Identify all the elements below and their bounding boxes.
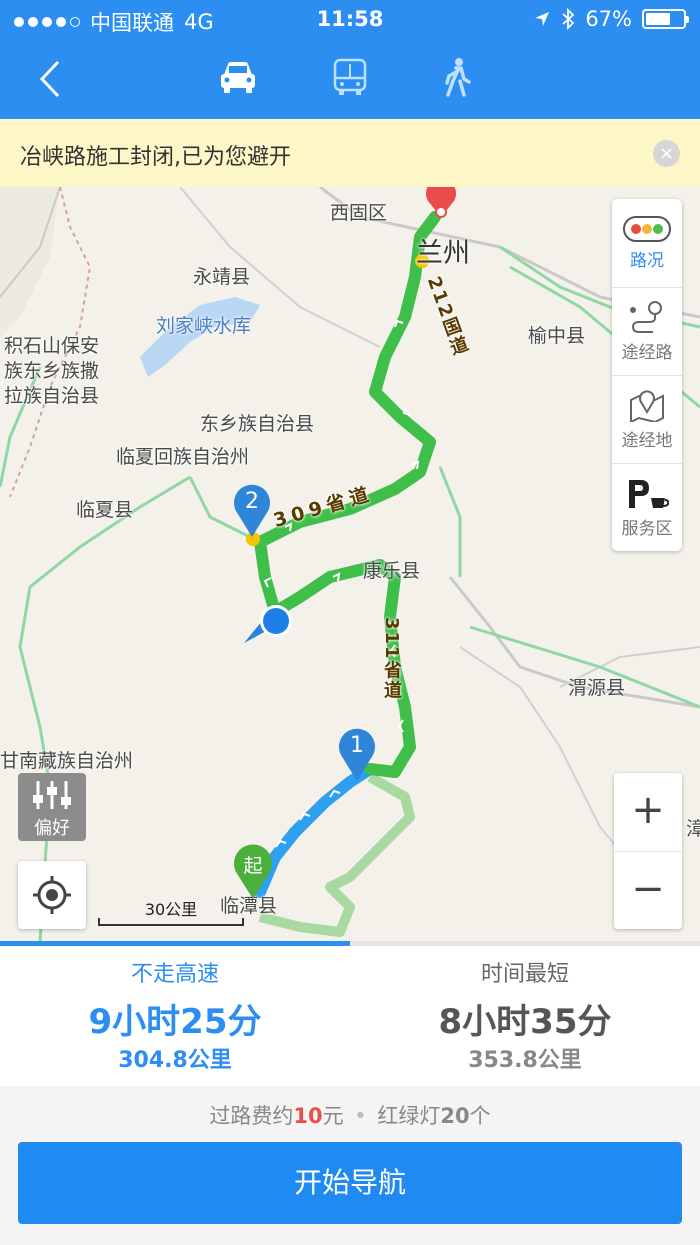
via-road-button[interactable]: 途经路 bbox=[612, 287, 682, 375]
map-side-panel: 路况 途经路 途经地 服务区 bbox=[612, 199, 682, 551]
place-weiyuan: 渭源县 bbox=[568, 677, 626, 699]
lights-unit: 个 bbox=[469, 1104, 491, 1128]
preference-label: 偏好 bbox=[34, 818, 70, 839]
route-2-distance: 353.8公里 bbox=[468, 1048, 582, 1073]
map-pin-icon bbox=[630, 390, 664, 422]
battery-percent: 67% bbox=[585, 7, 632, 31]
place-zhang: 漳 bbox=[686, 818, 700, 840]
start-marker[interactable]: 起 bbox=[230, 843, 276, 901]
place-jishishan-3: 拉族自治县 bbox=[4, 385, 100, 407]
zoom-control: + − bbox=[614, 773, 682, 929]
road-label-311: 311省道 bbox=[381, 617, 402, 701]
route-options: 不走高速 9小时25分 304.8公里 时间最短 8小时35分 353.8公里 bbox=[0, 946, 700, 1086]
route-2-name: 时间最短 bbox=[480, 962, 569, 987]
place-liujiaxia: 刘家峡水库 bbox=[156, 315, 252, 337]
car-icon bbox=[221, 62, 255, 93]
route-info-bar: 过路费约10元 • 红绿灯20个 bbox=[0, 1086, 700, 1146]
waypoint-1-marker[interactable]: 1 bbox=[335, 727, 379, 783]
service-area-icon bbox=[629, 480, 669, 508]
bus-icon bbox=[333, 58, 367, 95]
waypoint-2-number: 2 bbox=[245, 489, 259, 514]
lights-value: 20 bbox=[440, 1104, 470, 1128]
battery-icon bbox=[642, 9, 689, 29]
route-2-duration: 8小时35分 bbox=[438, 1002, 612, 1042]
walk-mode-tab[interactable] bbox=[432, 52, 482, 102]
place-jishishan-2: 族东乡族撒 bbox=[4, 360, 100, 382]
road-closure-alert: 冶峡路施工封闭,已为您避开 × bbox=[0, 119, 700, 187]
car-mode-tab[interactable] bbox=[213, 52, 263, 102]
place-lanzhou: 兰州 bbox=[416, 238, 470, 269]
route-1-name: 不走高速 bbox=[130, 962, 219, 987]
start-navigation-button[interactable]: 开始导航 bbox=[18, 1142, 682, 1224]
toll-prefix: 过路费约 bbox=[209, 1104, 294, 1128]
place-xiguqu: 西固区 bbox=[330, 202, 388, 224]
route-map[interactable]: 西固区 兰州 永靖县 刘家峡水库 榆中县 积石山保安 族东乡族撒 拉族自治县 东… bbox=[0, 187, 700, 941]
status-bar: 中国联通 4G 11:58 67% bbox=[0, 0, 700, 40]
zoom-in-button[interactable]: + bbox=[614, 773, 682, 851]
place-linxia: 临夏县 bbox=[76, 499, 134, 521]
close-alert-button[interactable]: × bbox=[653, 140, 680, 167]
scale-bar bbox=[98, 918, 244, 926]
toll-value: 10 bbox=[293, 1104, 323, 1128]
traffic-label: 路况 bbox=[630, 250, 664, 271]
service-area-label: 服务区 bbox=[621, 519, 673, 539]
location-arrow-icon bbox=[535, 12, 550, 26]
place-gannan: 甘南藏族自治州 bbox=[0, 750, 134, 772]
toll-unit: 元 bbox=[322, 1104, 344, 1128]
destination-marker-icon bbox=[426, 187, 456, 218]
service-area-button[interactable]: 服务区 bbox=[612, 463, 682, 551]
place-yongjing: 永靖县 bbox=[193, 266, 251, 288]
start-marker-label: 起 bbox=[243, 855, 263, 877]
waypoint-2-marker[interactable]: 2 bbox=[230, 483, 274, 539]
scale-label: 30公里 bbox=[144, 900, 198, 919]
walk-icon bbox=[445, 58, 471, 97]
bus-mode-tab[interactable] bbox=[325, 52, 375, 102]
bluetooth-icon bbox=[562, 8, 575, 30]
sliders-icon bbox=[33, 781, 71, 809]
top-header: 中国联通 4G 11:58 67% bbox=[0, 0, 700, 119]
traffic-light-icon bbox=[623, 215, 671, 242]
route-path-icon bbox=[630, 301, 662, 333]
footer: 开始导航 bbox=[0, 1142, 700, 1245]
lights-prefix: 红绿灯 bbox=[377, 1104, 441, 1128]
alert-message: 冶峡路施工封闭,已为您避开 bbox=[20, 145, 291, 170]
current-location-icon bbox=[244, 605, 292, 643]
place-linxia-zhou: 临夏回族自治州 bbox=[116, 446, 250, 468]
zoom-out-button[interactable]: − bbox=[614, 851, 682, 929]
crosshair-icon bbox=[33, 876, 71, 914]
status-right: 67% bbox=[533, 7, 689, 31]
route-option-2[interactable]: 时间最短 8小时35分 353.8公里 bbox=[350, 946, 700, 1086]
via-place-button[interactable]: 途经地 bbox=[612, 375, 682, 463]
map-base-layer bbox=[0, 187, 700, 941]
map-scale: 30公里 bbox=[98, 894, 244, 930]
info-separator: • bbox=[354, 1104, 367, 1128]
locate-me-button[interactable] bbox=[18, 861, 86, 929]
route-1-duration: 9小时25分 bbox=[88, 1002, 262, 1042]
via-road-label: 途经路 bbox=[621, 343, 673, 363]
place-kangle: 康乐县 bbox=[363, 560, 421, 582]
place-dongxiang: 东乡族自治县 bbox=[200, 413, 315, 435]
waypoint-1-number: 1 bbox=[350, 733, 364, 758]
place-jishishan-1: 积石山保安 bbox=[4, 335, 100, 357]
route-option-1[interactable]: 不走高速 9小时25分 304.8公里 bbox=[0, 946, 350, 1086]
via-place-label: 途经地 bbox=[621, 431, 673, 451]
place-yuzhong: 榆中县 bbox=[528, 325, 586, 347]
preference-button[interactable]: 偏好 bbox=[18, 773, 86, 841]
transport-nav bbox=[0, 40, 700, 119]
traffic-toggle[interactable]: 路况 bbox=[612, 199, 682, 287]
chevron-left-icon bbox=[39, 60, 60, 98]
back-button[interactable] bbox=[30, 54, 74, 104]
route-1-distance: 304.8公里 bbox=[118, 1048, 232, 1073]
